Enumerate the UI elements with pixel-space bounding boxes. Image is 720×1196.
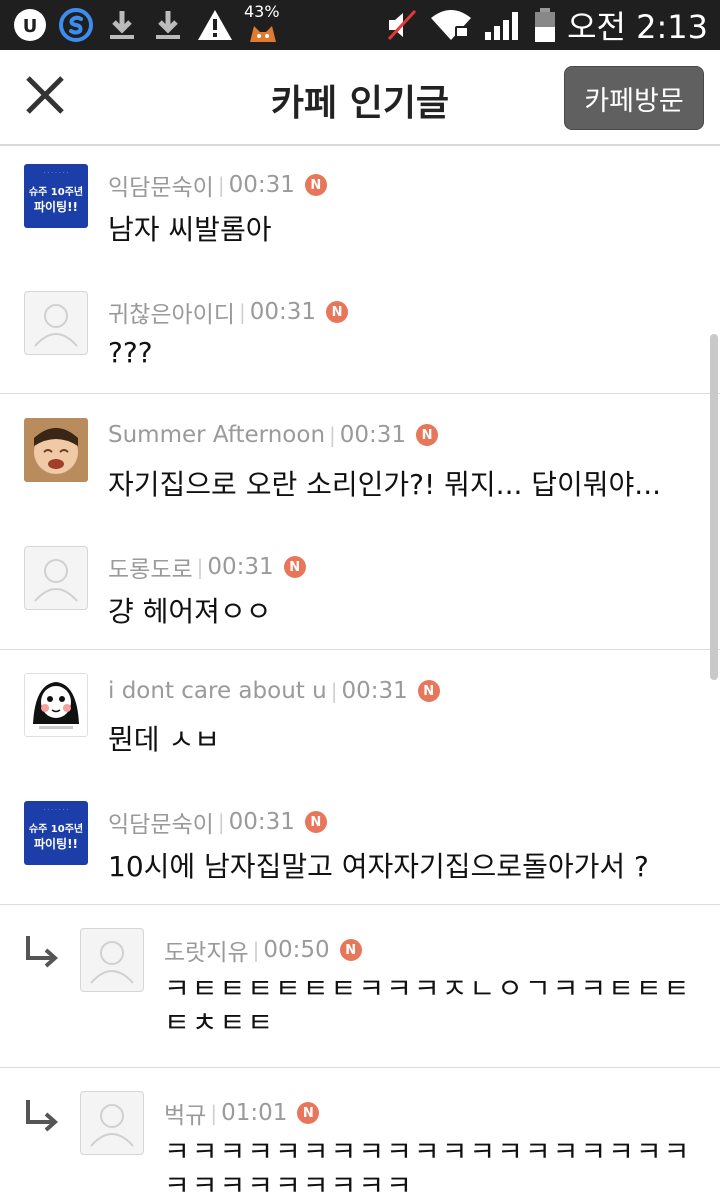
cat-app-icon: 43% (244, 2, 282, 44)
comment-author[interactable]: 익담문숙이 (108, 168, 214, 202)
signal-icon (483, 8, 523, 42)
reply-arrow-icon (26, 1100, 59, 1132)
comment-meta: 익담문숙이 | 00:31 N (108, 168, 327, 202)
comment-text: 걍 헤어져ㅇㅇ (108, 595, 272, 628)
comment-author[interactable]: 귀찮은아이디 (108, 295, 235, 329)
default-avatar[interactable] (24, 291, 88, 355)
new-badge: N (283, 556, 306, 578)
avatar-caption: 파이팅!! (33, 200, 79, 214)
comment-time: 00:31 (339, 422, 407, 448)
comment-author[interactable]: 익담문숙이 (108, 805, 214, 839)
comment-meta: 벅규 | 01:01 N (164, 1096, 320, 1130)
comment-author[interactable]: 도랏지유 (164, 933, 249, 967)
comment-time: 00:31 (228, 809, 295, 835)
divider (0, 1067, 720, 1068)
status-clock: 오전 2:13 (567, 8, 708, 46)
new-badge: N (339, 939, 362, 961)
svg-text:U: U (23, 16, 38, 37)
new-badge: N (304, 811, 327, 833)
comment-author[interactable]: i dont care about u (108, 678, 327, 704)
avatar[interactable]: · · · · · · · 슈주 10주년 파이팅!! (24, 801, 88, 865)
comment-meta: 도랏지유 | 00:50 N (164, 933, 362, 967)
status-system: 오전 2:13 (385, 6, 708, 46)
comment-author[interactable]: 벅규 (164, 1096, 206, 1130)
person-icon (90, 1104, 134, 1147)
comment-author[interactable]: 도롱도로 (108, 550, 193, 584)
comment-text: 자기집으로 오란 소리인가?! 뭐지... 답이뭐야... (108, 468, 662, 501)
notification-percent: 43% (244, 2, 280, 21)
new-badge: N (297, 1102, 320, 1124)
new-badge: N (304, 174, 327, 196)
default-avatar[interactable] (80, 1091, 144, 1155)
comment-text: ㅋㅋㅋㅋㅋㅋㅋㅋㅋㅋㅋㅋㅋㅋㅋㅋㅋㅋㅋㅋㅋㅋㅋㅋㅋㅋㅋㅋ (164, 1135, 692, 1196)
avatar[interactable] (24, 673, 88, 737)
person-icon (90, 941, 134, 984)
comment-time: 00:31 (228, 172, 295, 198)
comment-time: 00:31 (249, 299, 317, 325)
comment-meta: Summer Afternoon | 00:31 N (108, 422, 439, 448)
divider (0, 649, 720, 650)
avatar[interactable]: · · · · · · · 슈주 10주년 파이팅!! (24, 164, 88, 228)
status-bar: U 43% 오전 2:13 (0, 0, 720, 50)
status-notifications: U 43% (12, 2, 282, 44)
wifi-icon (429, 8, 473, 42)
divider (0, 393, 720, 394)
comment-text: 10시에 남자집말고 여자자기집으로돌아가서 ? (108, 850, 649, 883)
avatar[interactable] (24, 418, 88, 482)
comment-meta: i dont care about u | 00:31 N (108, 678, 440, 704)
cartoon-character-icon (33, 682, 79, 729)
download-icon (104, 7, 140, 43)
comment-text: ??? (108, 336, 153, 369)
comment-author[interactable]: Summer Afternoon (108, 422, 325, 448)
u-app-icon: U (12, 7, 48, 43)
app-header: 카페 인기글 카페방문 (0, 50, 720, 146)
comment-time: 00:31 (341, 678, 408, 704)
comment-meta: 도롱도로 | 00:31 N (108, 550, 306, 584)
comment-text: 뭔데 ㅅㅂ (108, 723, 220, 756)
battery-icon (533, 7, 557, 43)
new-badge: N (417, 680, 440, 702)
new-badge: N (416, 424, 439, 446)
avatar-caption: 슈주 10주년 (28, 187, 84, 198)
person-icon (34, 559, 78, 602)
s-app-icon (58, 7, 94, 43)
default-avatar[interactable] (24, 546, 88, 610)
comment-time: 00:31 (207, 554, 274, 580)
comment-list[interactable]: · · · · · · · 슈주 10주년 파이팅!! 익담문숙이 | 00:31 N… (0, 146, 720, 1196)
download-icon (150, 7, 186, 43)
avatar-caption: 슈주 10주년 (28, 824, 84, 835)
comment-meta: 익담문숙이 | 00:31 N (108, 805, 327, 839)
comment-time: 00:50 (263, 937, 330, 963)
comment-text: ㅋㅌㅌㅌㅌㅌㅌㅋㅋㅋㅈㄴㅇㄱㅋㅋㅌㅌㅌㅌㅊㅌㅌ (164, 972, 692, 1039)
crying-child-icon (24, 418, 88, 482)
reply-arrow-icon (26, 936, 59, 968)
default-avatar[interactable] (80, 928, 144, 992)
mute-icon (385, 8, 419, 42)
divider (0, 904, 720, 905)
person-icon (34, 304, 78, 347)
comment-text: 남자 씨발롬아 (108, 213, 272, 246)
new-badge: N (326, 301, 349, 323)
warning-icon (196, 8, 234, 42)
comment-meta: 귀찮은아이디 | 00:31 N (108, 295, 349, 329)
avatar-caption: 파이팅!! (33, 837, 79, 851)
visit-cafe-button[interactable]: 카페방문 (564, 66, 704, 130)
comment-time: 01:01 (221, 1100, 288, 1126)
scrollbar[interactable] (710, 334, 718, 680)
